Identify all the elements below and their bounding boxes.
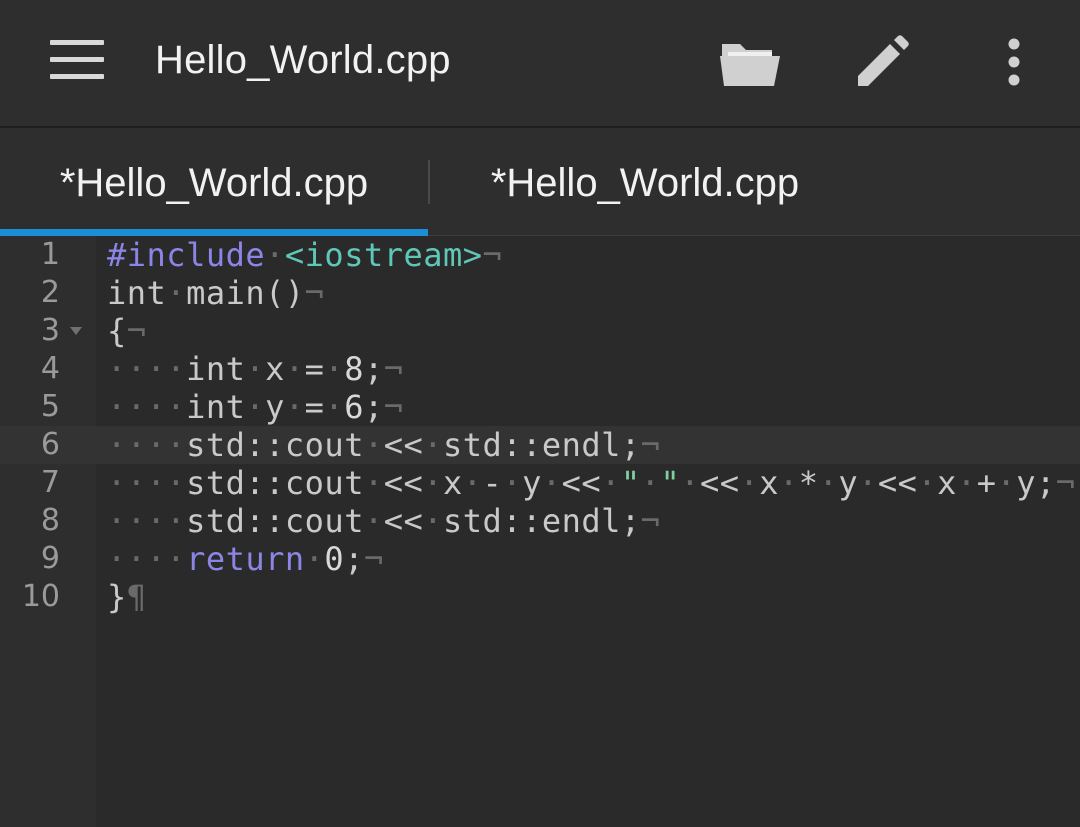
- line-number: 9: [40, 541, 60, 576]
- line-number: 10: [21, 579, 60, 614]
- pencil-icon[interactable]: [852, 32, 912, 92]
- line-number: 8: [40, 503, 60, 538]
- code-text[interactable]: ····return·0;¬: [107, 540, 384, 578]
- tab-hello-world-2[interactable]: *Hello_World.cpp: [430, 128, 860, 235]
- code-line[interactable]: 10 }¶: [0, 578, 1080, 616]
- code-text[interactable]: ····std::cout·<<·x·-·y·<<·"·"·<<·x·*·y·<…: [107, 464, 1076, 502]
- code-text[interactable]: ····std::cout·<<·std::endl;¬: [107, 502, 660, 540]
- code-line[interactable]: 4 ····int·x·=·8;¬: [0, 350, 1080, 388]
- code-text[interactable]: ····std::cout·<<·std::endl;¬: [107, 426, 660, 464]
- line-number: 4: [40, 351, 60, 386]
- line-number: 7: [40, 465, 60, 500]
- code-text[interactable]: }¶: [107, 578, 147, 616]
- tab-bar: *Hello_World.cpp *Hello_World.cpp: [0, 128, 1080, 236]
- code-line[interactable]: 9 ····return·0;¬: [0, 540, 1080, 578]
- line-number: 6: [40, 427, 60, 462]
- code-line[interactable]: 3 {¬: [0, 312, 1080, 350]
- code-text[interactable]: ····int·x·=·8;¬: [107, 350, 403, 388]
- line-number: 5: [40, 389, 60, 424]
- code-text[interactable]: #include·<iostream>¬: [107, 236, 502, 274]
- line-number: 3: [40, 313, 60, 348]
- line-number: 2: [40, 275, 60, 310]
- code-line[interactable]: 1 #include·<iostream>¬: [0, 236, 1080, 274]
- code-line[interactable]: 5 ····int·y·=·6;¬: [0, 388, 1080, 426]
- active-tab-indicator: [0, 229, 428, 236]
- menu-icon[interactable]: [50, 40, 104, 80]
- code-line[interactable]: 2 int·main()¬: [0, 274, 1080, 312]
- fold-arrow-icon[interactable]: [70, 327, 82, 335]
- line-number: 1: [40, 237, 60, 272]
- app-bar: Hello_World.cpp: [0, 0, 1080, 128]
- tab-hello-world-1[interactable]: *Hello_World.cpp: [0, 128, 428, 235]
- code-line[interactable]: 7 ····std::cout·<<·x·-·y·<<·"·"·<<·x·*·y…: [0, 464, 1080, 502]
- code-text[interactable]: int·main()¬: [107, 274, 324, 312]
- code-text[interactable]: ····int·y·=·6;¬: [107, 388, 403, 426]
- code-line[interactable]: 8 ····std::cout·<<·std::endl;¬: [0, 502, 1080, 540]
- code-text[interactable]: {¬: [107, 312, 147, 350]
- code-line-active[interactable]: 6 ····std::cout·<<·std::endl;¬: [0, 426, 1080, 464]
- file-title: Hello_World.cpp: [155, 38, 451, 82]
- more-vert-icon[interactable]: [1000, 36, 1028, 88]
- folder-open-icon[interactable]: [718, 36, 782, 88]
